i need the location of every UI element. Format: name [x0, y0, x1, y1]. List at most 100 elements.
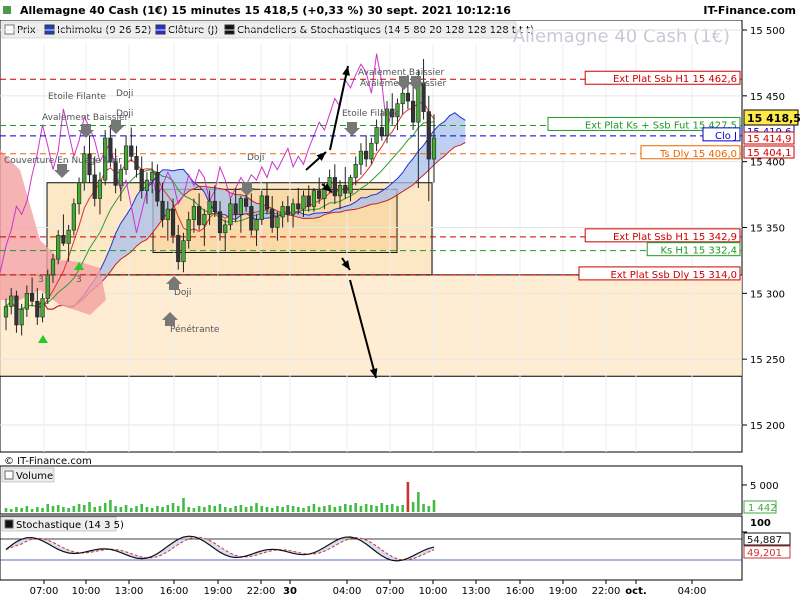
volume-bar — [302, 508, 305, 512]
candle-body — [311, 190, 317, 207]
volume-bar — [213, 506, 217, 512]
volume-bar — [156, 506, 159, 512]
volume-bar — [422, 504, 425, 512]
volume-swatch-icon[interactable] — [4, 470, 14, 480]
volume-bar — [25, 506, 29, 512]
volume-bar — [375, 506, 378, 512]
x-tick-label: 13:00 — [115, 586, 144, 597]
site-name: IT-Finance.com — [703, 4, 796, 17]
copyright: © IT-Finance.com — [4, 456, 92, 467]
pattern-label: Pénétrante — [170, 324, 220, 335]
volume-bar — [77, 504, 81, 512]
pattern-label: 3 — [38, 275, 44, 285]
candle-body — [306, 195, 311, 207]
candle-body — [186, 219, 191, 241]
level-label: Ext Plat Ssb H1 15 462,6 — [613, 74, 737, 85]
candle-body — [191, 206, 197, 220]
volume-bar — [370, 505, 373, 512]
volume-title: Volume — [16, 471, 53, 482]
candle-body — [353, 164, 358, 178]
volume-bar — [417, 492, 420, 512]
volume-bar — [166, 505, 170, 512]
volume-axis: 5 000 1 442 — [742, 481, 779, 514]
candle-body — [56, 235, 61, 260]
candle-body — [348, 177, 353, 194]
candle-body — [76, 182, 82, 205]
candle-body — [217, 211, 223, 234]
volume-bar — [218, 504, 222, 512]
candle-body — [249, 206, 254, 231]
volume-bar — [109, 500, 112, 512]
volume-bar — [229, 508, 232, 512]
stoch-value-label: 54,887 — [747, 535, 782, 546]
candle-body — [207, 200, 212, 215]
volume-last-label: 1 442 — [748, 503, 777, 514]
candle-body — [280, 206, 285, 218]
pattern-label: Etoile Filante — [342, 109, 400, 119]
candle-body — [337, 185, 343, 197]
volume-bar — [150, 508, 154, 512]
volume-bar — [98, 506, 102, 512]
candle-body — [170, 208, 176, 236]
candle-body — [358, 150, 364, 165]
volume-bar — [197, 506, 201, 512]
volume-bar — [124, 505, 128, 512]
candle-body — [40, 298, 45, 318]
candle-body — [301, 195, 306, 210]
stoch-value-label: 49,201 — [747, 548, 782, 559]
y-axis-background — [743, 20, 800, 452]
candle-body — [238, 198, 243, 215]
volume-bar — [88, 502, 91, 512]
volume-bar — [390, 504, 394, 512]
candle-body — [19, 308, 24, 326]
volume-bar — [9, 509, 13, 512]
level-label: Ts Dly 15 406,0 — [659, 149, 737, 160]
level-label: Ks H1 15 332,4 — [660, 246, 737, 257]
candle-body — [197, 206, 202, 226]
stochastic-swatch-icon[interactable] — [4, 519, 14, 529]
chart-canvas: Allemagne 40 Cash (1€) 15 minutes 15 418… — [0, 0, 800, 597]
volume-bar — [93, 507, 97, 512]
volume-bar — [234, 506, 237, 512]
candle-body — [275, 216, 280, 228]
candle-body — [9, 295, 14, 307]
candle-body — [160, 200, 165, 220]
volume-bar — [323, 506, 326, 512]
candle-body — [431, 137, 437, 160]
candle-body — [3, 306, 9, 318]
time-x-axis: 07:00 10:00 13:00 16:00 19:00 22:00 30 04:00 07:… — [30, 580, 706, 597]
y-tick-label: 15 400 — [750, 158, 785, 169]
volume-bar — [364, 504, 368, 512]
candle-body — [343, 185, 348, 194]
candle-body — [144, 179, 150, 191]
volume-bar — [187, 507, 190, 512]
volume-bar — [432, 500, 436, 512]
volume-bar — [296, 507, 300, 512]
volume-bar — [406, 482, 410, 512]
candle-body — [369, 142, 374, 160]
volume-bar — [15, 507, 18, 512]
volume-bar — [349, 505, 352, 512]
price-tag-label: 15 404,1 — [747, 148, 792, 159]
status-square-icon — [3, 6, 11, 14]
candle-body — [254, 219, 259, 231]
volume-bar — [281, 507, 284, 512]
candle-body — [426, 111, 431, 160]
candle-body — [264, 195, 270, 210]
x-tick-label: 19:00 — [549, 586, 578, 597]
volume-bar — [135, 506, 138, 512]
volume-bar — [385, 505, 389, 512]
volume-bar — [354, 503, 358, 512]
watermark: Allemagne 40 Cash (1€) — [513, 26, 730, 47]
x-tick-label: 07:00 — [376, 586, 405, 597]
volume-bar — [359, 506, 363, 512]
volume-bar — [30, 509, 34, 512]
volume-bar — [223, 507, 227, 512]
stoch-tick-label: 100 — [750, 518, 771, 529]
x-tick-label: 13:00 — [462, 586, 491, 597]
volume-bar — [307, 506, 311, 512]
volume-bar — [103, 503, 107, 512]
x-tick-label: 16:00 — [160, 586, 189, 597]
volume-bar — [72, 506, 76, 512]
x-tick-label: 16:00 — [506, 586, 535, 597]
